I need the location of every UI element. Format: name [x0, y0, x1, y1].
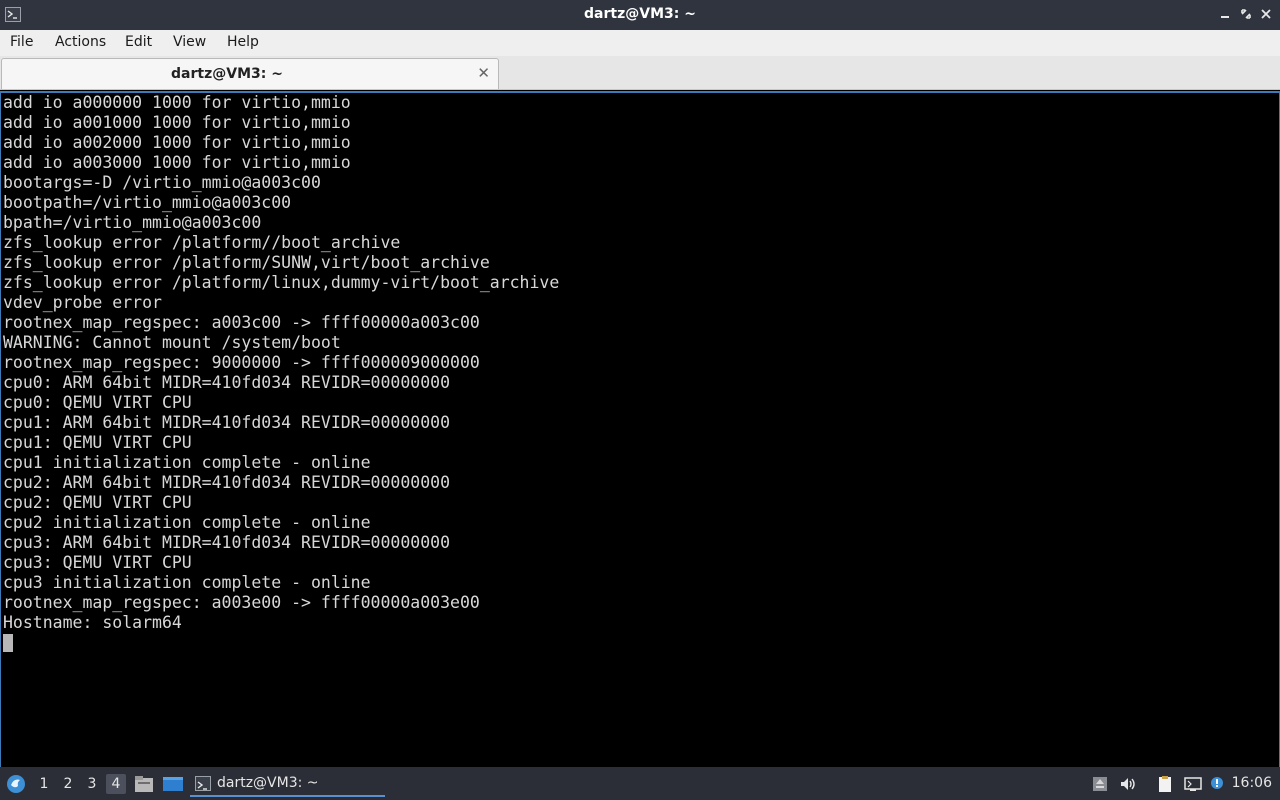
terminal-line: add io a002000 1000 for virtio,mmio — [3, 133, 351, 152]
minimize-icon[interactable] — [1216, 5, 1234, 23]
terminal-line: Hostname: solarm64 — [3, 613, 182, 632]
upload-icon[interactable] — [1091, 775, 1109, 793]
terminal-cursor — [3, 634, 13, 652]
terminal-line: bootpath=/virtio_mmio@a003c00 — [3, 193, 292, 212]
menu-file[interactable]: File — [10, 34, 33, 50]
task-label: dartz@VM3: ~ — [217, 775, 319, 791]
terminal-tab[interactable]: dartz@VM3: ~ ✕ — [1, 58, 499, 89]
terminal-line: cpu1: ARM 64bit MIDR=410fd034 REVIDR=000… — [3, 413, 451, 432]
window-titlebar[interactable]: dartz@VM3: ~ — [0, 0, 1280, 30]
start-menu-icon[interactable] — [6, 774, 26, 794]
menu-bar: File Actions Edit View Help — [0, 30, 1280, 56]
tab-close-icon[interactable]: ✕ — [477, 64, 490, 82]
menu-actions[interactable]: Actions — [55, 34, 106, 50]
volume-icon[interactable] — [1119, 775, 1137, 793]
terminal-line: zfs_lookup error /platform/SUNW,virt/boo… — [3, 253, 490, 272]
terminal-icon — [195, 776, 211, 791]
clipboard-icon[interactable] — [1156, 775, 1174, 793]
workspace-1[interactable]: 1 — [34, 774, 54, 794]
terminal-line: WARNING: Cannot mount /system/boot — [3, 333, 341, 352]
updates-icon[interactable] — [1209, 775, 1227, 793]
terminal-line: rootnex_map_regspec: 9000000 -> ffff0000… — [3, 353, 480, 372]
tab-label: dartz@VM3: ~ — [171, 66, 283, 82]
terminal-line: cpu3: ARM 64bit MIDR=410fd034 REVIDR=000… — [3, 533, 451, 552]
terminal-line: cpu0: ARM 64bit MIDR=410fd034 REVIDR=000… — [3, 373, 451, 392]
workspace-4[interactable]: 4 — [106, 774, 126, 794]
terminal-line: rootnex_map_regspec: a003e00 -> ffff0000… — [3, 593, 480, 612]
workspace-3[interactable]: 3 — [82, 774, 102, 794]
terminal-line: cpu0: QEMU VIRT CPU — [3, 393, 192, 412]
show-desktop-icon[interactable] — [162, 775, 183, 793]
terminal-line: zfs_lookup error /platform//boot_archive — [3, 233, 401, 252]
terminal-line: add io a003000 1000 for virtio,mmio — [3, 153, 351, 172]
terminal-line: cpu3 initialization complete - online — [3, 573, 371, 592]
terminal-line: cpu2 initialization complete - online — [3, 513, 371, 532]
maximize-icon[interactable] — [1237, 5, 1255, 23]
terminal-line: add io a000000 1000 for virtio,mmio — [3, 93, 351, 112]
file-manager-icon[interactable] — [134, 775, 154, 793]
terminal-line: bpath=/virtio_mmio@a003c00 — [3, 213, 262, 232]
terminal-line: cpu1 initialization complete - online — [3, 453, 371, 472]
tab-bar: dartz@VM3: ~ ✕ — [0, 56, 1280, 90]
menu-edit[interactable]: Edit — [125, 34, 152, 50]
taskbar: 1 2 3 4 dartz@VM3: ~ 16:06 — [0, 767, 1280, 800]
terminal-output: add io a000000 1000 for virtio,mmio add … — [3, 93, 559, 633]
close-icon[interactable] — [1257, 5, 1275, 23]
terminal-view[interactable]: add io a000000 1000 for virtio,mmio add … — [0, 91, 1280, 767]
terminal-line: cpu1: QEMU VIRT CPU — [3, 433, 192, 452]
menu-help[interactable]: Help — [227, 34, 259, 50]
workspace-2[interactable]: 2 — [58, 774, 78, 794]
taskbar-task-terminal[interactable]: dartz@VM3: ~ — [190, 772, 385, 797]
terminal-line: vdev_probe error — [3, 293, 162, 312]
terminal-line: cpu3: QEMU VIRT CPU — [3, 553, 192, 572]
terminal-line: zfs_lookup error /platform/linux,dummy-v… — [3, 273, 560, 292]
terminal-line: bootargs=-D /virtio_mmio@a003c00 — [3, 173, 321, 192]
menu-view[interactable]: View — [173, 34, 206, 50]
clock[interactable]: 16:06 — [1232, 775, 1272, 791]
terminal-line: add io a001000 1000 for virtio,mmio — [3, 113, 351, 132]
terminal-line: cpu2: QEMU VIRT CPU — [3, 493, 192, 512]
network-icon[interactable] — [1184, 775, 1202, 793]
terminal-line: cpu2: ARM 64bit MIDR=410fd034 REVIDR=000… — [3, 473, 451, 492]
terminal-line: rootnex_map_regspec: a003c00 -> ffff0000… — [3, 313, 480, 332]
window-title: dartz@VM3: ~ — [584, 6, 696, 22]
